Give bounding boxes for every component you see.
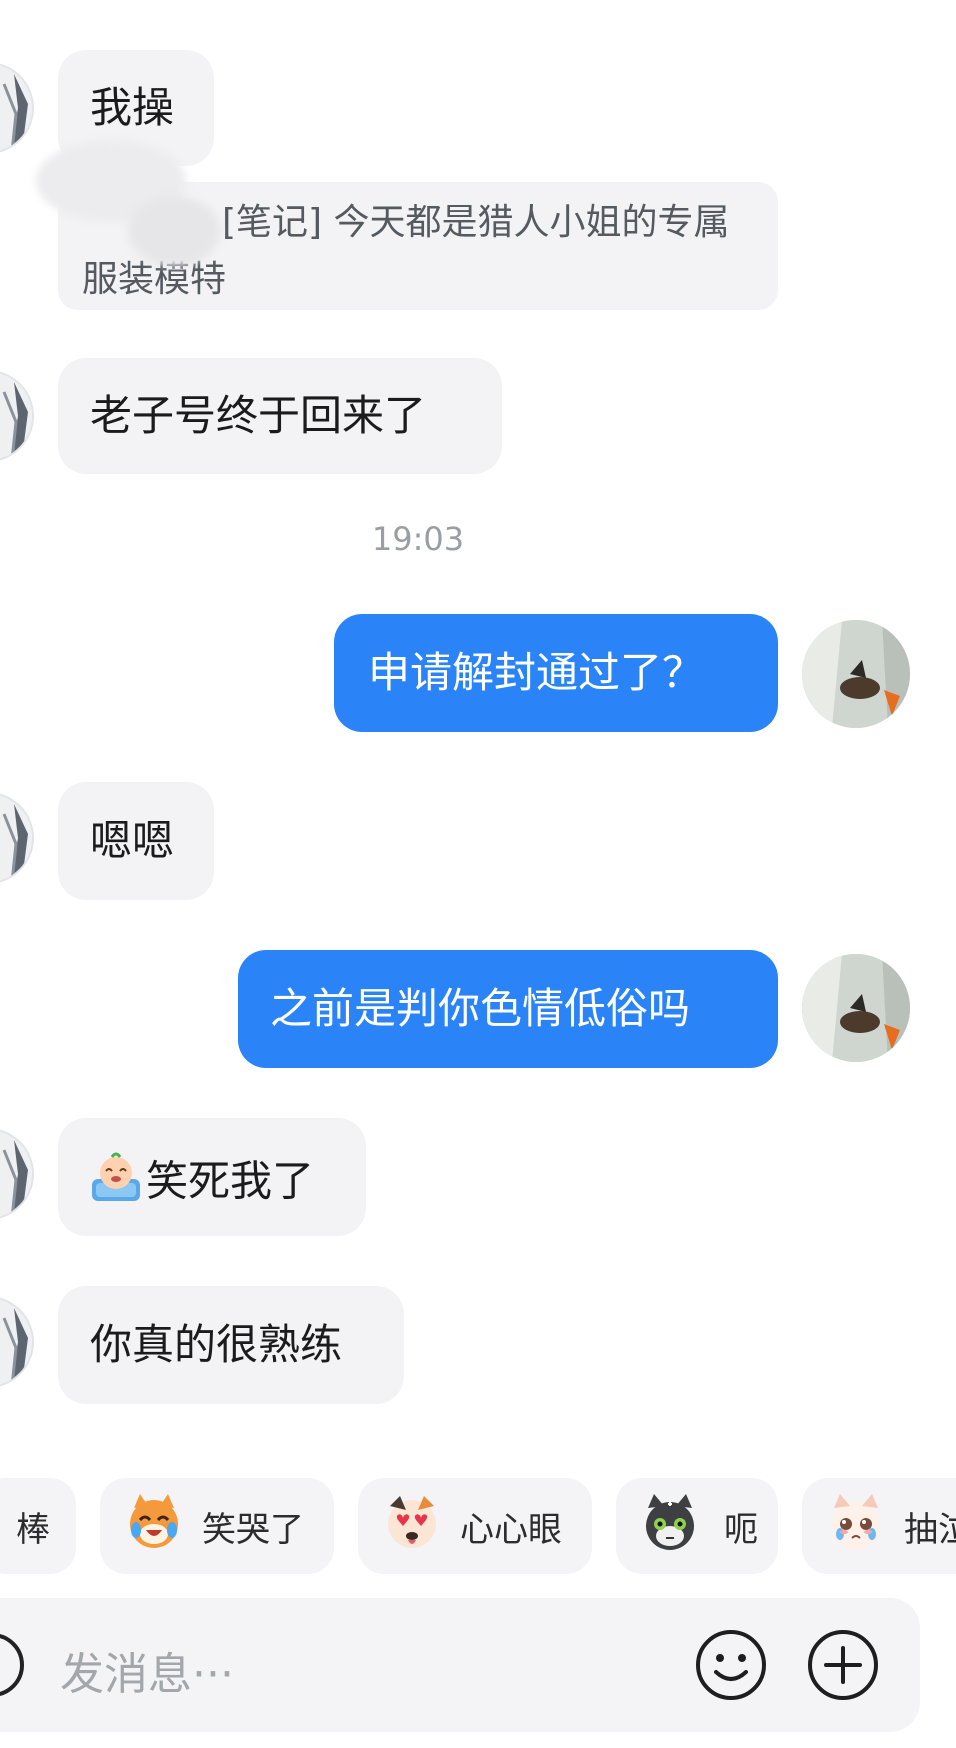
contact-avatar[interactable]	[0, 1128, 34, 1220]
awkward-cat-icon	[638, 1490, 702, 1563]
message-text: 嗯嗯	[90, 816, 175, 865]
reaction-chip-sobbing[interactable]: 抽泣	[802, 1478, 956, 1574]
message-bubble-incoming[interactable]: 笑死我了	[58, 1118, 366, 1236]
message-bubble-incoming[interactable]: 你真的很熟练	[58, 1286, 404, 1404]
message-text: 你真的很熟练	[90, 1320, 343, 1369]
quick-reaction-bar: 棒 笑哭了 心心眼 呃 抽泣	[0, 1478, 956, 1576]
contact-avatar[interactable]	[0, 370, 34, 462]
reaction-label: 抽泣	[904, 1509, 956, 1550]
laughing-baby-emoji-icon	[88, 1149, 144, 1219]
message-text: 之前是判你色情低俗吗	[270, 984, 691, 1033]
message-bubble-incoming[interactable]: 嗯嗯	[58, 782, 214, 900]
message-input[interactable]: 发消息···	[60, 1638, 234, 1702]
reaction-label: 呃	[724, 1509, 758, 1550]
crying-laughing-cat-icon	[122, 1490, 186, 1563]
sobbing-cat-icon	[824, 1490, 888, 1563]
timestamp: 19:03	[371, 520, 465, 558]
message-text: 申请解封通过了？	[368, 648, 705, 697]
message-bubble-outgoing[interactable]: 之前是判你色情低俗吗	[238, 950, 778, 1068]
contact-avatar[interactable]	[0, 792, 34, 884]
contact-avatar[interactable]	[0, 62, 34, 154]
reaction-label: 心心眼	[460, 1509, 562, 1550]
voice-icon[interactable]	[0, 1630, 34, 1704]
chat-screen: 我操 [笔记] 今天都是猎人小姐的专属服装模特 老子号终于回来了 19:03 申…	[0, 0, 956, 1748]
reaction-chip-bang[interactable]: 棒	[0, 1478, 76, 1574]
message-input-bar[interactable]: 发消息···	[0, 1598, 920, 1732]
message-bubble-outgoing[interactable]: 申请解封通过了？	[334, 614, 778, 732]
message-text: 老子号终于回来了	[90, 391, 427, 440]
heart-eyes-dog-icon	[380, 1490, 444, 1563]
user-avatar[interactable]	[802, 620, 910, 728]
message-text: 我操	[90, 83, 175, 132]
add-icon[interactable]	[806, 1628, 880, 1702]
reaction-label: 棒	[16, 1509, 50, 1550]
reaction-chip-heart-eyes[interactable]: 心心眼	[358, 1478, 592, 1574]
blurred-mask	[128, 196, 220, 266]
message-text: 笑死我了	[146, 1156, 315, 1206]
message-bubble-incoming[interactable]: 老子号终于回来了	[58, 358, 502, 474]
emoji-icon[interactable]	[694, 1628, 768, 1702]
reaction-chip-crying-laughing[interactable]: 笑哭了	[100, 1478, 334, 1574]
reaction-chip-awkward[interactable]: 呃	[616, 1478, 778, 1574]
user-avatar[interactable]	[802, 954, 910, 1062]
contact-avatar[interactable]	[0, 1296, 34, 1388]
reaction-label: 笑哭了	[202, 1509, 304, 1550]
